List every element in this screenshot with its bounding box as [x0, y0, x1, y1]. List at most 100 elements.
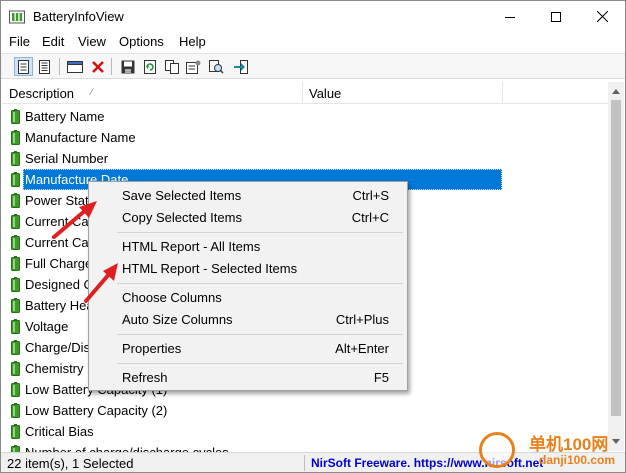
- menu-separator: [117, 363, 403, 364]
- menu-item-shortcut: Ctrl+Plus: [335, 312, 389, 327]
- menu-item-shortcut: Alt+Enter: [335, 341, 389, 356]
- app-icon: [9, 10, 25, 24]
- battery-icon: [11, 298, 20, 313]
- menu-bar: File Edit View Options Help: [1, 32, 625, 52]
- list-item-label: Low Battery Capacity (2): [25, 403, 168, 418]
- annotation-arrow-icon: [52, 201, 97, 239]
- menu-help[interactable]: Help: [179, 34, 206, 49]
- battery-icon: [11, 424, 20, 439]
- battery-icon: [11, 235, 20, 250]
- list-item-label: Critical Bias: [25, 424, 94, 439]
- window-title: BatteryInfoView: [33, 9, 124, 24]
- column-value[interactable]: Value: [309, 86, 341, 101]
- menu-edit[interactable]: Edit: [42, 34, 64, 49]
- list-item[interactable]: Serial Number: [2, 148, 502, 169]
- menu-separator: [117, 232, 403, 233]
- battery-icon: [11, 319, 20, 334]
- toolbar-separator: [59, 58, 60, 75]
- column-description[interactable]: Description: [9, 86, 74, 101]
- toolbar-properties-button[interactable]: [184, 57, 203, 76]
- list-header: Description ⁄ Value: [2, 82, 608, 104]
- close-button[interactable]: [579, 1, 625, 32]
- battery-icon: [11, 256, 20, 271]
- delete-icon: [91, 60, 104, 73]
- menu-html-report-all[interactable]: HTML Report - All Items: [91, 236, 405, 258]
- battery-icon: [11, 130, 20, 145]
- copy-icon: [164, 59, 179, 74]
- battery-icon: [11, 172, 20, 187]
- toolbar-details-button[interactable]: [35, 57, 54, 76]
- sort-indicator-icon: ⁄: [91, 87, 93, 97]
- column-divider[interactable]: [302, 82, 303, 104]
- battery-icon: [11, 214, 20, 229]
- app-window: BatteryInfoView File Edit View Options H…: [0, 0, 626, 473]
- list-item-label: Manufacture Name: [25, 130, 136, 145]
- maximize-icon: [551, 11, 561, 22]
- list-item[interactable]: Critical Bias: [2, 421, 502, 442]
- toolbar-window-button[interactable]: [65, 57, 84, 76]
- exit-icon: [234, 59, 248, 74]
- list-item-label: Serial Number: [25, 151, 109, 166]
- menu-separator: [117, 334, 403, 335]
- menu-item-label: HTML Report - All Items: [122, 239, 261, 254]
- menu-refresh[interactable]: Refresh F5: [91, 367, 405, 389]
- status-item-count: 22 item(s), 1 Selected: [7, 456, 134, 471]
- scroll-thumb[interactable]: [611, 100, 621, 416]
- column-divider[interactable]: [502, 82, 503, 104]
- toolbar-separator: [111, 58, 112, 75]
- battery-icon: [11, 403, 20, 418]
- list-view-icon: [18, 59, 29, 74]
- battery-icon: [11, 151, 20, 166]
- watermark-title: 单机100网: [529, 435, 609, 454]
- menu-item-label: HTML Report - Selected Items: [122, 261, 298, 276]
- refresh-icon: [143, 59, 156, 74]
- menu-auto-size-columns[interactable]: Auto Size Columns Ctrl+Plus: [91, 309, 405, 331]
- toolbar-find-button[interactable]: [207, 57, 226, 76]
- menu-item-shortcut: F5: [373, 370, 389, 385]
- list-item-label: Battery Name: [25, 109, 105, 124]
- menu-item-label: Choose Columns: [122, 290, 222, 305]
- menu-copy-selected-items[interactable]: Copy Selected Items Ctrl+C: [91, 207, 405, 229]
- menu-save-selected-items[interactable]: Save Selected Items Ctrl+S: [91, 185, 405, 207]
- minimize-button[interactable]: [487, 1, 533, 32]
- menu-item-shortcut: Ctrl+C: [351, 210, 389, 225]
- window-icon: [66, 60, 83, 73]
- menu-item-label: Save Selected Items: [122, 188, 242, 203]
- battery-icon: [11, 193, 20, 208]
- title-bar[interactable]: BatteryInfoView: [1, 1, 625, 32]
- list-item[interactable]: Manufacture Name: [2, 127, 502, 148]
- list-item[interactable]: Battery Name: [2, 106, 502, 127]
- battery-icon: [11, 340, 20, 355]
- list-item[interactable]: Low Battery Capacity (2): [2, 400, 502, 421]
- scroll-up-arrow-icon[interactable]: [608, 84, 624, 98]
- menu-properties[interactable]: Properties Alt+Enter: [91, 338, 405, 360]
- menu-view[interactable]: View: [78, 34, 106, 49]
- menu-item-label: Refresh: [122, 370, 168, 385]
- toolbar-exit-button[interactable]: [231, 57, 250, 76]
- menu-item-label: Properties: [122, 341, 182, 356]
- toolbar-delete-button[interactable]: [88, 57, 107, 76]
- toolbar-refresh-button[interactable]: [140, 57, 159, 76]
- annotation-arrow-icon: [84, 263, 118, 303]
- battery-icon: [11, 277, 20, 292]
- toolbar-view-button[interactable]: [14, 57, 33, 76]
- save-icon: [121, 60, 134, 73]
- properties-icon: [186, 60, 201, 74]
- list-item-label: Voltage: [25, 319, 69, 334]
- context-menu: Save Selected Items Ctrl+S Copy Selected…: [88, 181, 408, 391]
- list-item-label: Chemistry: [25, 361, 84, 376]
- toolbar-save-button[interactable]: [118, 57, 137, 76]
- menu-item-shortcut: Ctrl+S: [352, 188, 389, 203]
- watermark-logo-icon: [479, 432, 515, 468]
- status-divider: [304, 455, 305, 471]
- toolbar-copy-button[interactable]: [162, 57, 181, 76]
- minimize-icon: [505, 16, 515, 18]
- find-icon: [209, 59, 224, 74]
- maximize-button[interactable]: [533, 1, 579, 32]
- vertical-scrollbar[interactable]: [608, 82, 624, 451]
- menu-options[interactable]: Options: [119, 34, 164, 49]
- menu-html-report-selected[interactable]: HTML Report - Selected Items: [91, 258, 405, 280]
- watermark-url: danji100.com: [539, 453, 616, 467]
- menu-choose-columns[interactable]: Choose Columns: [91, 287, 405, 309]
- menu-file[interactable]: File: [9, 34, 30, 49]
